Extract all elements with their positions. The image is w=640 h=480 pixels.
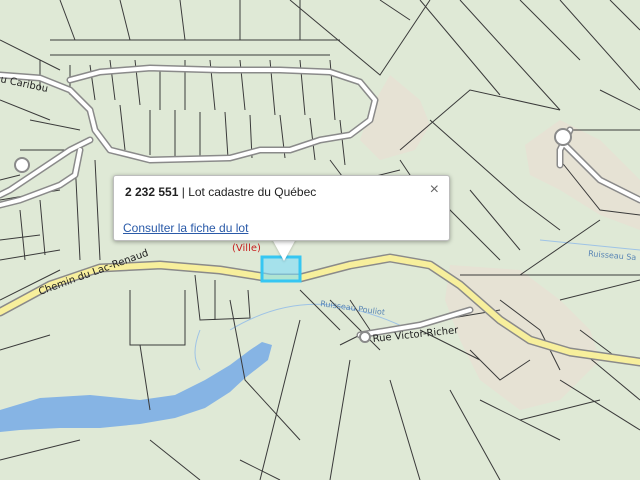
lot-type: Lot cadastre du Québec bbox=[188, 185, 317, 199]
ville-label: (Ville) bbox=[232, 243, 261, 254]
popup-title: 2 232 551 | Lot cadastre du Québec bbox=[125, 185, 316, 199]
popup-pointer bbox=[272, 239, 296, 261]
title-separator: | bbox=[178, 185, 189, 199]
lot-info-popup: 2 232 551 | Lot cadastre du Québec × Con… bbox=[113, 175, 450, 241]
consult-lot-link[interactable]: Consulter la fiche du lot bbox=[123, 221, 248, 235]
lot-number: 2 232 551 bbox=[125, 185, 179, 199]
close-icon[interactable]: × bbox=[430, 182, 439, 198]
